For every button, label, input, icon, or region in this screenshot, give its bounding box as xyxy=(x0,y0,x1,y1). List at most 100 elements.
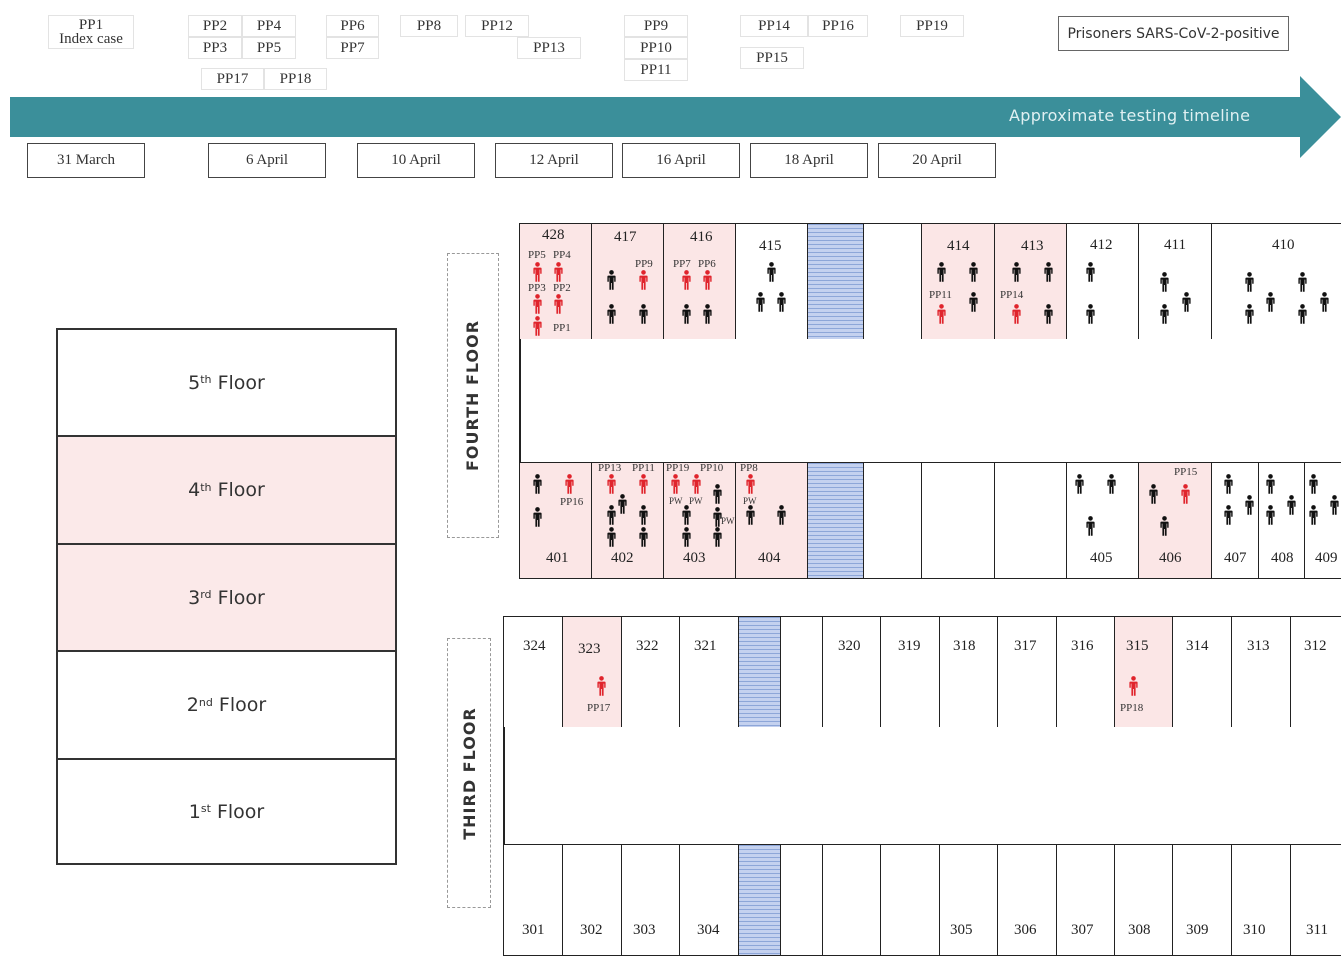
person-icon xyxy=(937,262,946,282)
floor-word: Floor xyxy=(216,800,265,823)
cell-308 xyxy=(1114,844,1173,956)
date-box: 16 April xyxy=(622,143,740,178)
cell-312 xyxy=(1290,616,1341,728)
person-icon xyxy=(1245,495,1254,515)
person-icon xyxy=(639,527,648,547)
person-icon xyxy=(713,527,722,547)
person-icon xyxy=(533,474,542,494)
positive-person-icon xyxy=(639,270,648,290)
person-icon xyxy=(1266,474,1275,494)
pp-label: PP8 xyxy=(400,15,458,37)
person-icon xyxy=(1224,474,1233,494)
date-box: 20 April xyxy=(878,143,996,178)
person-icon xyxy=(1086,304,1095,324)
pp-label: PP6 xyxy=(326,15,379,37)
person-tag: PP16 xyxy=(560,496,584,508)
person-icon xyxy=(682,527,691,547)
cell-319 xyxy=(880,616,940,728)
cell-number: 414 xyxy=(947,238,970,254)
person-icon xyxy=(1224,505,1233,525)
floor-suffix: th xyxy=(200,373,212,386)
date-box: 31 March xyxy=(27,143,145,178)
cell-number: 315 xyxy=(1126,638,1149,654)
floor-3: 3rd Floor xyxy=(56,543,397,652)
empty-cell xyxy=(880,844,940,956)
empty-cell xyxy=(863,462,922,579)
cell-number: 412 xyxy=(1090,237,1113,253)
timeline-arrow-label: Approximate testing timeline xyxy=(1009,106,1251,125)
pp-label: PP5 xyxy=(242,37,296,59)
person-icon xyxy=(1245,304,1254,324)
person-icon xyxy=(639,505,648,525)
person-tag: PP10 xyxy=(700,462,724,474)
cell-number: 314 xyxy=(1186,638,1209,654)
person-icon xyxy=(639,304,648,324)
person-icon xyxy=(713,484,722,504)
positive-person-icon xyxy=(533,262,542,282)
empty-cell xyxy=(994,462,1067,579)
person-tag: PP14 xyxy=(1000,289,1024,301)
cell-307 xyxy=(1056,844,1115,956)
floor-word: Floor xyxy=(217,371,265,394)
pp-label: PP9 xyxy=(624,15,688,37)
pp-label: PP7 xyxy=(326,37,379,59)
cell-317 xyxy=(997,616,1057,728)
cell-303 xyxy=(621,844,680,956)
positive-person-icon xyxy=(1181,484,1190,504)
date-box: 18 April xyxy=(750,143,868,178)
positive-person-icon xyxy=(554,294,563,314)
floor-number: 3 xyxy=(188,586,201,609)
fourth-floor-label-text: FOURTH FLOOR xyxy=(463,319,483,472)
positive-person-icon xyxy=(554,262,563,282)
person-icon xyxy=(1086,516,1095,536)
person-icon xyxy=(777,505,786,525)
date-box: 12 April xyxy=(495,143,613,178)
person-icon xyxy=(1287,495,1296,515)
cell-number: 408 xyxy=(1271,550,1294,566)
person-icon xyxy=(1309,505,1318,525)
cell-number: 411 xyxy=(1164,237,1186,253)
person-icon xyxy=(1160,516,1169,536)
cell-number: 302 xyxy=(580,922,603,938)
corridor xyxy=(503,727,1341,845)
cell-number: 324 xyxy=(523,638,546,654)
cell-309 xyxy=(1172,844,1232,956)
third-floor-label: THIRD FLOOR xyxy=(447,638,491,908)
date-box: 6 April xyxy=(208,143,326,178)
positive-person-icon xyxy=(937,304,946,324)
positive-person-icon xyxy=(639,474,648,494)
floor-word: Floor xyxy=(217,586,265,609)
stairwell xyxy=(807,223,864,340)
person-icon xyxy=(1266,505,1275,525)
person-icon xyxy=(1245,272,1254,292)
cell-number: 323 xyxy=(578,641,601,657)
pp-label: PP14 xyxy=(740,15,808,37)
floor-2: 2nd Floor xyxy=(56,650,397,760)
floor-number: 4 xyxy=(188,479,201,501)
cell-number: 428 xyxy=(542,227,565,243)
cell-number: 415 xyxy=(759,238,782,254)
cell-number: 309 xyxy=(1186,922,1209,938)
positive-person-icon xyxy=(1012,304,1021,324)
person-tag: PP11 xyxy=(632,462,655,474)
positive-person-icon xyxy=(746,474,755,494)
cell-number: 319 xyxy=(898,638,921,654)
floor-word: Floor xyxy=(218,694,267,716)
cell-number: 403 xyxy=(683,550,706,566)
positive-person-icon xyxy=(533,316,542,336)
empty-cell xyxy=(780,616,823,728)
positive-person-icon xyxy=(597,676,606,696)
person-icon xyxy=(1012,262,1021,282)
positive-person-icon xyxy=(671,474,680,494)
stairwell xyxy=(738,844,781,956)
cell-305 xyxy=(939,844,998,956)
empty-cell xyxy=(921,462,995,579)
cell-301 xyxy=(503,844,563,956)
cell-number: 406 xyxy=(1159,550,1182,566)
person-icon xyxy=(713,507,722,527)
pp-label: PP3 xyxy=(188,37,242,59)
person-icon xyxy=(533,507,542,527)
person-icon xyxy=(1086,262,1095,282)
pp-label: PP13 xyxy=(517,37,581,59)
person-icon xyxy=(1160,272,1169,292)
